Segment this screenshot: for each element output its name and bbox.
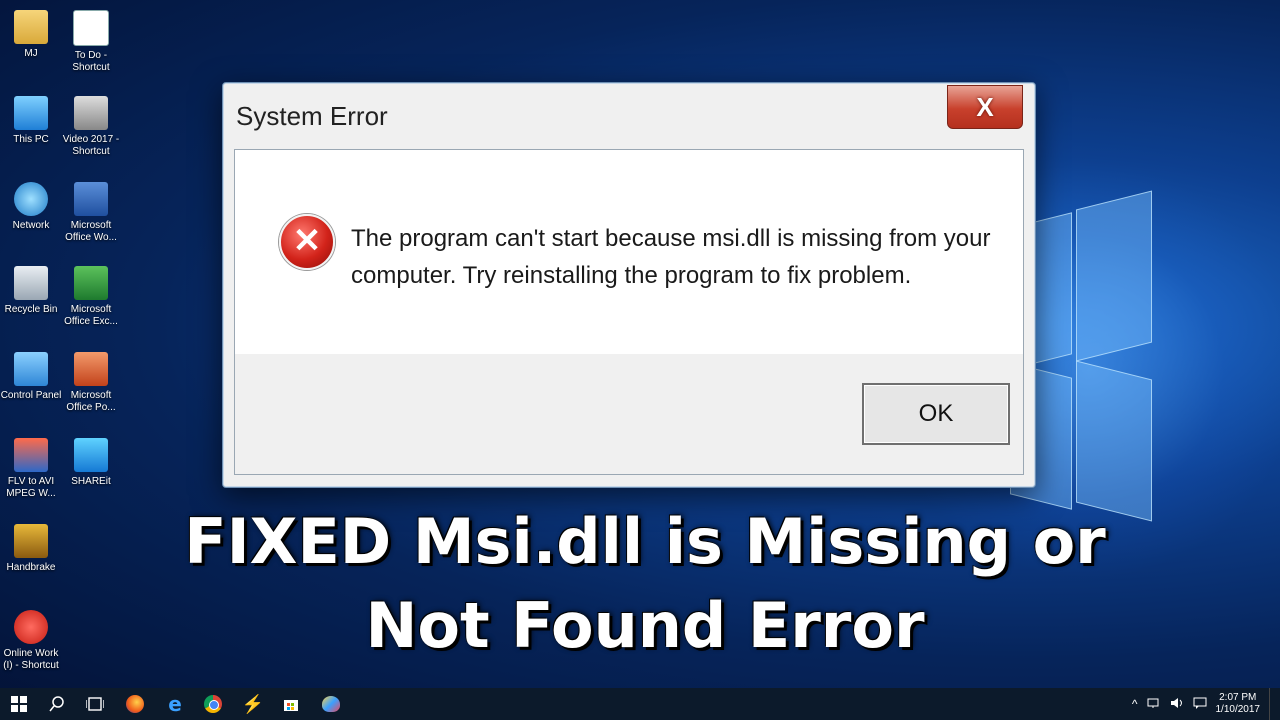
desktop-icon-label: Online Work (I) - Shortcut xyxy=(3,648,59,671)
ok-button[interactable]: OK xyxy=(862,383,1010,445)
error-icon-glyph: ✕ xyxy=(292,222,322,260)
desktop-icon-label: Recycle Bin xyxy=(4,304,58,315)
notifications-icon[interactable] xyxy=(1193,697,1207,712)
firefox-icon[interactable] xyxy=(116,688,154,720)
desktop-icon-powerpoint[interactable]: Microsoft Office Po... xyxy=(60,352,122,414)
dialog-title: System Error xyxy=(236,101,388,131)
clock-date: 1/10/2017 xyxy=(1215,704,1261,715)
desktop-icon-flv-to-avi[interactable]: FLV to AVI MPEG W... xyxy=(0,438,62,500)
desktop-icon-label: Video 2017 - Shortcut xyxy=(62,134,120,157)
error-shortcut-icon xyxy=(14,610,48,644)
taskbar: e ⚡ ^ 2:07 PM 1/10/2017 xyxy=(0,688,1280,720)
desktop-icon-video-2017[interactable]: Video 2017 - Shortcut xyxy=(60,96,122,158)
powerpoint-icon xyxy=(74,352,108,386)
show-desktop-button[interactable] xyxy=(1269,688,1274,720)
desktop-icon-handbrake[interactable]: Handbrake xyxy=(0,524,62,574)
desktop-icon-label: FLV to AVI MPEG W... xyxy=(6,476,56,499)
headline-overlay: FIXED Msi.dll is Missing or Not Found Er… xyxy=(140,500,1150,668)
dialog-titlebar[interactable]: System Error X xyxy=(223,83,1035,149)
recycle-bin-icon xyxy=(14,266,48,300)
task-view-icon[interactable] xyxy=(76,688,114,720)
dialog-body: ✕ The program can't start because msi.dl… xyxy=(234,149,1024,475)
windows-start-icon[interactable] xyxy=(0,688,38,720)
word-icon xyxy=(74,182,108,216)
error-icon: ✕ xyxy=(279,214,335,270)
chevron-up-icon[interactable]: ^ xyxy=(1132,697,1138,711)
desktop-icon-network[interactable]: Network xyxy=(0,182,62,232)
desktop-icon-mj[interactable]: MJ xyxy=(0,10,62,60)
excel-icon xyxy=(74,266,108,300)
clock-time: 2:07 PM xyxy=(1219,692,1257,703)
desktop-icon-label: This PC xyxy=(13,134,49,145)
store-icon[interactable] xyxy=(272,688,310,720)
headline-line-1: FIXED Msi.dll is Missing or xyxy=(184,505,1106,578)
desktop-icon-label: Microsoft Office Wo... xyxy=(65,220,117,243)
winamp-icon[interactable]: ⚡ xyxy=(234,688,272,720)
close-button[interactable]: X xyxy=(947,85,1023,129)
paint-icon[interactable] xyxy=(312,688,350,720)
camera-icon xyxy=(74,96,108,130)
desktop-icon-label: To Do - Shortcut xyxy=(72,50,110,73)
dialog-content: ✕ The program can't start because msi.dl… xyxy=(235,150,1023,354)
video-converter-icon xyxy=(14,438,48,472)
chrome-icon[interactable] xyxy=(194,688,232,720)
desktop-icon-online-work[interactable]: Online Work (I) - Shortcut xyxy=(0,610,62,672)
control-panel-icon xyxy=(14,352,48,386)
desktop-icon-label: MJ xyxy=(24,48,38,59)
volume-icon[interactable] xyxy=(1170,697,1184,712)
system-tray: ^ 2:07 PM 1/10/2017 xyxy=(1132,688,1274,720)
headline-line-2: Not Found Error xyxy=(365,589,925,662)
desktop-icon-excel[interactable]: Microsoft Office Exc... xyxy=(60,266,122,328)
network-status-icon[interactable] xyxy=(1147,697,1161,712)
desktop-icon-shareit[interactable]: SHAREit xyxy=(60,438,122,488)
close-icon: X xyxy=(976,92,994,122)
desktop-icon-label: Handbrake xyxy=(6,562,56,573)
shareit-icon xyxy=(74,438,108,472)
network-globe-icon xyxy=(14,182,48,216)
search-icon[interactable] xyxy=(38,688,76,720)
desktop-icon-recycle-bin[interactable]: Recycle Bin xyxy=(0,266,62,316)
taskbar-clock[interactable]: 2:07 PM 1/10/2017 xyxy=(1216,692,1261,716)
edge-icon[interactable]: e xyxy=(156,688,194,720)
handbrake-pineapple-icon xyxy=(14,524,48,558)
desktop-icon-label: SHAREit xyxy=(71,476,111,487)
desktop-icon-this-pc[interactable]: This PC xyxy=(0,96,62,146)
error-message: The program can't start because msi.dll … xyxy=(351,225,991,289)
desktop-icon-label: Microsoft Office Exc... xyxy=(64,304,118,327)
desktop-icon-label: Network xyxy=(12,220,50,231)
computer-icon xyxy=(14,96,48,130)
checklist-icon xyxy=(73,10,109,46)
desktop-icon-to-do[interactable]: To Do - Shortcut xyxy=(60,10,122,74)
user-folder-icon xyxy=(14,10,48,44)
system-error-dialog: System Error X ✕ The program can't start… xyxy=(222,82,1036,488)
desktop-icon-label: Microsoft Office Po... xyxy=(66,390,116,413)
desktop-icon-control-panel[interactable]: Control Panel xyxy=(0,352,62,402)
desktop-icon-word[interactable]: Microsoft Office Wo... xyxy=(60,182,122,244)
desktop-icon-label: Control Panel xyxy=(0,390,62,401)
